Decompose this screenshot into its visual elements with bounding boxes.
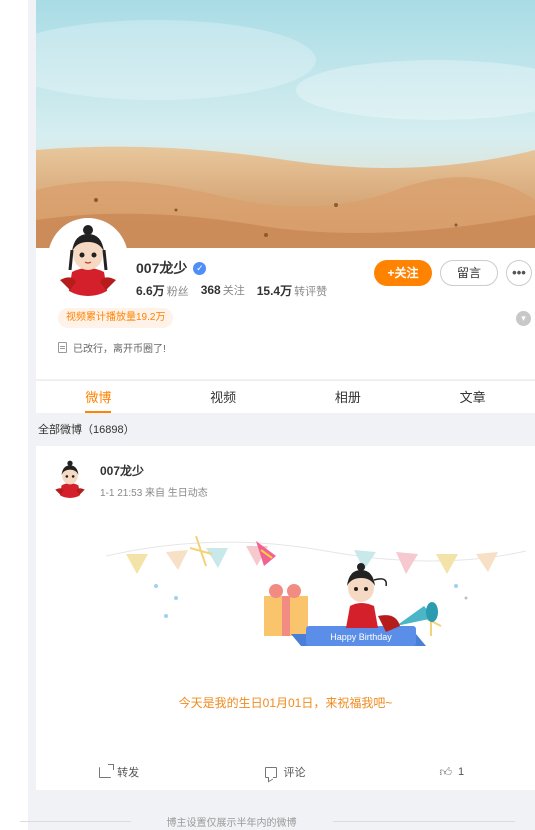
post-card: 007龙少 1-1 21:53 来自 生日动态 Happy Birthday 今… (36, 446, 535, 790)
post-avatar[interactable] (50, 458, 90, 498)
reposts-value: 15.4万 (256, 284, 293, 298)
following-value: 368 (200, 283, 221, 297)
message-button[interactable]: 留言 (440, 260, 498, 286)
verified-icon: ✓ (193, 261, 207, 275)
chevron-down-icon[interactable]: ▾ (516, 311, 531, 326)
following-stat[interactable]: 368 关注 (201, 282, 245, 299)
more-options-button[interactable]: ••• (506, 260, 532, 286)
avatar[interactable] (48, 218, 128, 298)
left-gutter (0, 0, 28, 830)
followers-value: 6.6万 (136, 284, 165, 298)
repost-icon (99, 766, 112, 778)
tab-articles[interactable]: 文章 (410, 381, 535, 413)
left-gutter-divider (28, 0, 36, 830)
followers-stat[interactable]: 6.6万 粉丝 (136, 282, 189, 299)
comment-button[interactable]: 评论 (202, 758, 368, 786)
username[interactable]: 007龙少 (136, 258, 187, 278)
followers-label: 粉丝 (166, 286, 189, 298)
birthday-illustration: Happy Birthday (96, 535, 535, 666)
like-button[interactable]: 👍︎ 1 (369, 758, 535, 786)
birthday-banner-text: Happy Birthday (330, 632, 392, 642)
post-text: 今天是我的生日01月01日，来祝福我吧~ (178, 696, 393, 710)
video-views-badge[interactable]: 视频累计播放量19.2万 (58, 308, 174, 328)
repost-button[interactable]: 转发 (36, 758, 202, 786)
all-posts-count[interactable]: 全部微博（16898） (0, 421, 535, 437)
cover-image (36, 0, 535, 248)
thumbs-up-icon: 👍︎ (439, 764, 453, 779)
bio-row: 已改行，离开币圈了! (58, 340, 166, 355)
post-actions: 转发 评论 👍︎ 1 (36, 758, 535, 786)
comment-label: 评论 (283, 767, 306, 779)
tab-video[interactable]: 视频 (161, 381, 286, 413)
like-count: 1 (458, 766, 465, 778)
following-label: 关注 (222, 285, 245, 297)
profile-stats: 6.6万 粉丝 368 关注 15.4万 转评赞 (136, 282, 327, 299)
tab-album[interactable]: 相册 (286, 381, 411, 413)
document-icon (58, 342, 67, 353)
post-meta: 1-1 21:53 来自 生日动态 (100, 488, 208, 499)
reposts-label: 转评赞 (294, 286, 328, 298)
name-row: 007龙少 ✓ (136, 258, 207, 278)
footer-note-text: 博主设置仅展示半年内的微博 (130, 818, 333, 829)
reposts-stat[interactable]: 15.4万 转评赞 (257, 282, 327, 299)
post-author[interactable]: 007龙少 (100, 462, 144, 479)
footer-note: 博主设置仅展示半年内的微博 (0, 814, 499, 829)
tab-weibo[interactable]: 微博 (36, 381, 161, 413)
profile-tabs: 微博 视频 相册 文章 (36, 380, 535, 413)
repost-label: 转发 (117, 767, 140, 779)
bio-text: 已改行，离开币圈了! (73, 344, 166, 355)
profile-card: 007龙少 ✓ 6.6万 粉丝 368 关注 15.4万 转评赞 +关注 留言 •••… (36, 218, 535, 379)
follow-button[interactable]: +关注 (374, 260, 432, 286)
comment-icon (265, 766, 278, 778)
